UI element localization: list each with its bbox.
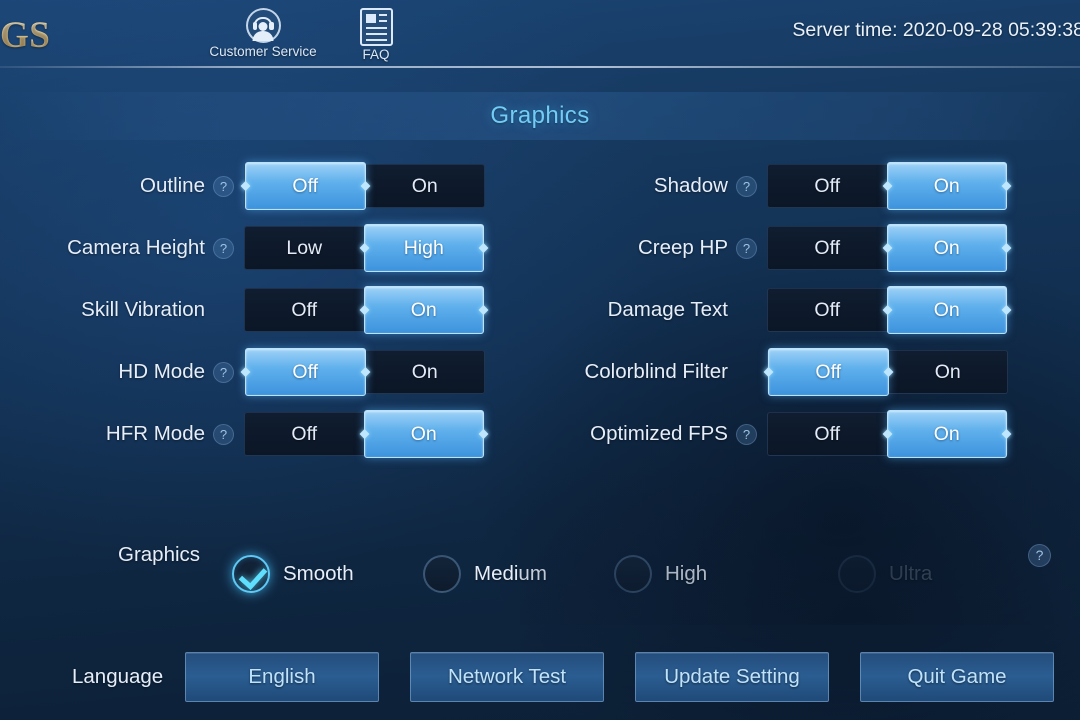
setting-row-optimized-fps: Optimized FPS? Off On	[548, 403, 1008, 465]
toggle-option-shadow-off[interactable]: Off	[768, 165, 887, 207]
toggle-creep-hp: Off On	[767, 224, 1008, 272]
setting-row-outline: Outline? Off On	[30, 155, 485, 217]
toggle-hd-mode: Off On	[244, 348, 485, 396]
quality-radio-label-ultra: Ultra	[889, 562, 933, 585]
toggle-option-skill-vibration-off[interactable]: Off	[245, 289, 364, 331]
setting-row-camera-height: Camera Height? Low High	[30, 217, 485, 279]
toggle-skill-vibration: Off On	[244, 286, 485, 334]
help-icon-shadow[interactable]: ?	[736, 175, 757, 197]
toggle-option-camera-height-low[interactable]: Low	[245, 227, 364, 269]
button-network-test[interactable]: Network Test	[410, 652, 604, 702]
setting-row-colorblind-filter: Colorblind Filter Off On	[548, 341, 1008, 403]
button-update-setting[interactable]: Update Setting	[635, 652, 829, 702]
help-icon-outline[interactable]: ?	[213, 175, 234, 197]
setting-row-skill-vibration: Skill Vibration Off On	[30, 279, 485, 341]
toggle-option-hfr-mode-off[interactable]: Off	[245, 413, 364, 455]
help-icon-camera-height[interactable]: ?	[213, 237, 234, 259]
headset-support-icon	[245, 8, 281, 43]
help-icon-creep-hp[interactable]: ?	[736, 237, 757, 259]
setting-row-creep-hp: Creep HP? Off On	[548, 217, 1008, 279]
page-title: GS	[0, 15, 51, 56]
check-icon-smooth	[232, 555, 270, 593]
setting-row-hfr-mode: HFR Mode? Off On	[30, 403, 485, 465]
toggle-option-creep-hp-off[interactable]: Off	[768, 227, 887, 269]
toggle-damage-text: Off On	[767, 286, 1008, 334]
toggle-option-hfr-mode-on[interactable]: On	[363, 410, 484, 458]
settings-column-left: Outline? Off On Camera Height? Low High Skill …	[30, 155, 485, 465]
toggle-option-outline-off[interactable]: Off	[245, 162, 366, 210]
toggle-option-shadow-on[interactable]: On	[886, 162, 1007, 210]
toggle-hfr-mode: Off On	[244, 410, 485, 458]
toggle-option-outline-on[interactable]: On	[366, 165, 485, 207]
radio-circle-icon-high	[614, 555, 652, 593]
toggle-option-hd-mode-off[interactable]: Off	[245, 348, 366, 396]
toggle-option-creep-hp-on[interactable]: On	[886, 224, 1007, 272]
setting-label-damage-text: Damage Text	[607, 298, 728, 321]
customer-service-button[interactable]: Customer Service	[203, 8, 323, 59]
help-icon-optimized-fps[interactable]: ?	[736, 423, 757, 445]
setting-label-outline: Outline	[140, 174, 205, 197]
setting-label-colorblind-filter: Colorblind Filter	[584, 360, 728, 383]
setting-label-hd-mode: HD Mode	[118, 360, 205, 383]
toggle-option-optimized-fps-off[interactable]: Off	[768, 413, 887, 455]
quality-radio-ultra: Ultra	[838, 555, 932, 593]
document-icon	[359, 8, 393, 46]
radio-circle-icon-ultra	[838, 555, 876, 593]
setting-row-shadow: Shadow? Off On	[548, 155, 1008, 217]
toggle-camera-height: Low High	[244, 224, 485, 272]
setting-row-damage-text: Damage Text Off On	[548, 279, 1008, 341]
setting-row-hd-mode: HD Mode? Off On	[30, 341, 485, 403]
quality-radio-label-smooth: Smooth	[283, 562, 354, 585]
setting-label-shadow: Shadow	[653, 174, 728, 197]
section-title-bar: Graphics	[0, 92, 1080, 140]
settings-column-right: Shadow? Off On Creep HP? Off On Damage Text Off…	[548, 155, 1008, 465]
faq-label: FAQ	[362, 47, 390, 62]
header-divider	[0, 66, 1080, 68]
help-icon-hfr-mode[interactable]: ?	[213, 423, 234, 445]
button-english[interactable]: English	[185, 652, 379, 702]
toggle-option-colorblind-filter-off[interactable]: Off	[768, 348, 889, 396]
setting-label-optimized-fps: Optimized FPS	[590, 422, 728, 445]
setting-label-skill-vibration: Skill Vibration	[81, 298, 205, 321]
toggle-option-damage-text-off[interactable]: Off	[768, 289, 887, 331]
button-quit-game[interactable]: Quit Game	[860, 652, 1054, 702]
setting-label-hfr-mode: HFR Mode	[105, 422, 205, 445]
toggle-option-skill-vibration-on[interactable]: On	[363, 286, 484, 334]
faq-button[interactable]: FAQ	[348, 8, 404, 62]
toggle-outline: Off On	[244, 162, 485, 210]
section-title: Graphics	[490, 102, 590, 129]
graphics-quality-row: Graphics Smooth Medium High Ultra ?	[0, 528, 1080, 593]
setting-label-camera-height: Camera Height	[67, 236, 205, 259]
quality-radio-high[interactable]: High	[614, 555, 707, 593]
help-icon-hd-mode[interactable]: ?	[213, 361, 234, 383]
toggle-option-camera-height-high[interactable]: High	[363, 224, 484, 272]
top-header-bar: GS Customer Service FAQ Server time: 202…	[0, 0, 1080, 68]
radio-circle-icon-medium	[423, 555, 461, 593]
graphics-quality-help-icon[interactable]: ?	[1028, 543, 1051, 567]
quality-radio-label-high: High	[665, 562, 708, 585]
server-time-text: Server time: 2020-09-28 05:39:38	[792, 19, 1080, 41]
bottom-button-bar: Language English Network Test Update Setti…	[0, 652, 1080, 704]
toggle-option-damage-text-on[interactable]: On	[886, 286, 1007, 334]
game-settings-screen: GS Customer Service FAQ Server time: 202…	[0, 0, 1080, 720]
toggle-option-optimized-fps-on[interactable]: On	[886, 410, 1007, 458]
quality-radio-smooth[interactable]: Smooth	[232, 555, 354, 593]
graphics-quality-label: Graphics	[118, 543, 201, 566]
toggle-colorblind-filter: Off On	[767, 348, 1008, 396]
toggle-optimized-fps: Off On	[767, 410, 1008, 458]
toggle-option-hd-mode-on[interactable]: On	[366, 351, 485, 393]
language-label: Language	[72, 665, 164, 688]
quality-radio-medium[interactable]: Medium	[423, 555, 547, 593]
quality-radio-label-medium: Medium	[474, 562, 547, 585]
toggle-option-colorblind-filter-on[interactable]: On	[889, 351, 1008, 393]
toggle-shadow: Off On	[767, 162, 1008, 210]
setting-label-creep-hp: Creep HP	[637, 236, 728, 259]
customer-service-label: Customer Service	[209, 44, 317, 59]
